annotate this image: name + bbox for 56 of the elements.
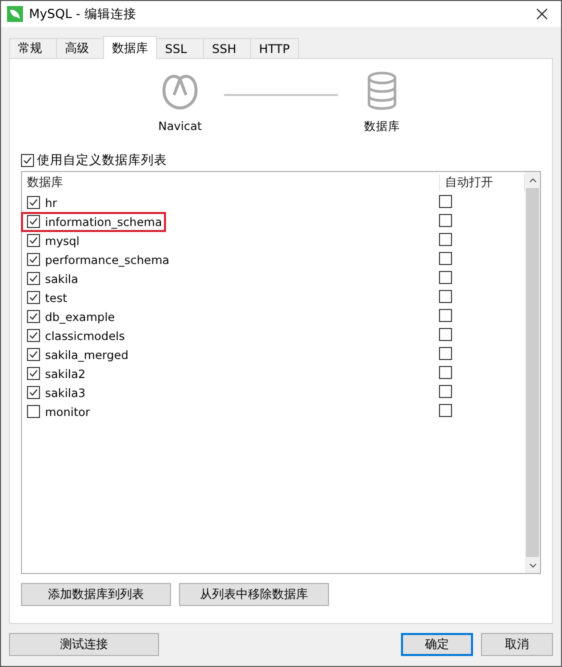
target-label: 数据库 bbox=[364, 119, 400, 134]
checkbox[interactable] bbox=[439, 366, 452, 378]
checkbox[interactable] bbox=[439, 384, 452, 398]
tab[interactable]: 数据库 bbox=[103, 36, 157, 59]
checkbox[interactable] bbox=[439, 404, 452, 416]
database-name: sakila2 bbox=[45, 366, 86, 380]
checkbox[interactable] bbox=[439, 290, 452, 302]
checkbox[interactable] bbox=[27, 348, 40, 361]
database-name: information_schema bbox=[45, 214, 162, 228]
checkbox[interactable] bbox=[27, 405, 40, 418]
database-name: db_example bbox=[45, 310, 115, 324]
checkbox[interactable] bbox=[439, 194, 452, 208]
checkbox[interactable] bbox=[21, 154, 34, 166]
checkbox[interactable] bbox=[439, 308, 452, 322]
database-name: classicmodels bbox=[45, 328, 125, 342]
checkbox[interactable] bbox=[27, 367, 40, 380]
checkbox[interactable] bbox=[439, 270, 452, 284]
tab[interactable]: HTTP bbox=[250, 38, 299, 58]
checkbox[interactable] bbox=[439, 346, 452, 360]
tab[interactable]: 常规 bbox=[9, 38, 57, 58]
list-button[interactable]: 添加数据库到列表 bbox=[21, 583, 171, 606]
close-icon[interactable] bbox=[535, 7, 549, 21]
database-name: monitor bbox=[45, 404, 90, 418]
app-logo-icon bbox=[7, 6, 23, 22]
checkbox[interactable] bbox=[439, 328, 452, 340]
test-connection-button[interactable]: 测试连接 bbox=[9, 633, 159, 656]
scrollbar[interactable] bbox=[525, 172, 540, 573]
dialog-button[interactable]: 确定 bbox=[401, 633, 473, 656]
column-header: 数据库 bbox=[26, 174, 64, 191]
source-label: Navicat bbox=[158, 119, 202, 133]
database-name: performance_schema bbox=[45, 252, 170, 266]
database-name: sakila_merged bbox=[45, 348, 128, 362]
checkbox[interactable] bbox=[27, 386, 40, 399]
checkbox[interactable] bbox=[27, 291, 40, 304]
checkbox[interactable] bbox=[27, 215, 40, 228]
database-name: hr bbox=[45, 196, 58, 210]
dialog-button[interactable]: 取消 bbox=[481, 633, 553, 656]
list-button[interactable]: 从列表中移除数据库 bbox=[179, 583, 329, 606]
checkbox[interactable] bbox=[439, 214, 452, 226]
window-title: MySQL - 编辑连接 bbox=[29, 6, 138, 22]
scroll-up-icon[interactable] bbox=[528, 178, 536, 182]
database-name: sakila bbox=[45, 272, 78, 286]
database-name: sakila3 bbox=[45, 386, 86, 400]
checkbox[interactable] bbox=[27, 196, 40, 209]
database-name: test bbox=[45, 290, 68, 304]
scroll-down-icon[interactable] bbox=[528, 562, 536, 568]
checkbox[interactable] bbox=[439, 232, 452, 246]
checkbox[interactable] bbox=[27, 234, 40, 247]
database-name: mysql bbox=[45, 234, 80, 248]
checkbox[interactable] bbox=[27, 253, 40, 266]
database-icon bbox=[366, 71, 398, 111]
checkbox[interactable] bbox=[27, 272, 40, 285]
checkbox[interactable] bbox=[439, 252, 452, 264]
checkbox[interactable] bbox=[27, 310, 40, 323]
checkbox[interactable] bbox=[27, 329, 40, 342]
checkbox-label: 使用自定义数据库列表 bbox=[37, 152, 167, 168]
